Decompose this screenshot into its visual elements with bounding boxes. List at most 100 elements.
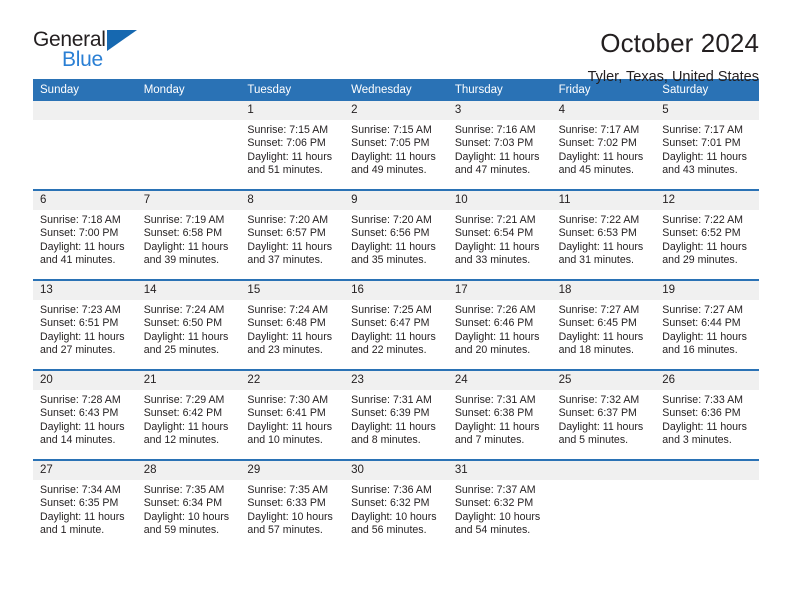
day-number: 26	[655, 371, 759, 390]
day-details: Sunrise: 7:24 AM Sunset: 6:50 PM Dayligh…	[137, 300, 241, 358]
day-cell[interactable]: 17 Sunrise: 7:26 AM Sunset: 6:46 PM Dayl…	[447, 281, 552, 369]
day-cell[interactable]	[136, 101, 241, 189]
sunset-text: Sunset: 7:00 PM	[40, 227, 119, 240]
sunrise-text: Sunrise: 7:29 AM	[143, 394, 225, 406]
day-details: Sunrise: 7:35 AM Sunset: 6:33 PM Dayligh…	[240, 480, 344, 538]
day-cell[interactable]: 28 Sunrise: 7:35 AM Sunset: 6:34 PM Dayl…	[136, 461, 241, 549]
sunset-text: Sunset: 6:46 PM	[454, 317, 534, 330]
daylight-text: Daylight: 11 hours and 8 minutes.	[351, 420, 436, 447]
day-cell[interactable]: 6 Sunrise: 7:18 AM Sunset: 7:00 PM Dayli…	[33, 191, 137, 279]
day-cell[interactable]: 7 Sunrise: 7:19 AM Sunset: 6:58 PM Dayli…	[136, 191, 241, 279]
day-cell[interactable]: 22 Sunrise: 7:30 AM Sunset: 6:41 PM Dayl…	[240, 371, 345, 459]
day-cell[interactable]: 15 Sunrise: 7:24 AM Sunset: 6:48 PM Dayl…	[240, 281, 345, 369]
sunrise-text: Sunrise: 7:31 AM	[351, 394, 432, 406]
day-cell[interactable]: 11 Sunrise: 7:22 AM Sunset: 6:53 PM Dayl…	[551, 191, 656, 279]
sunset-text: Sunset: 7:06 PM	[247, 137, 326, 150]
sunset-text: Sunset: 6:53 PM	[558, 227, 637, 240]
day-number: 2	[344, 101, 448, 120]
day-cell[interactable]: 26 Sunrise: 7:33 AM Sunset: 6:36 PM Dayl…	[655, 371, 759, 459]
daylight-text: Daylight: 11 hours and 35 minutes.	[351, 240, 436, 267]
day-number	[33, 101, 137, 120]
weekday-header-thursday: Thursday	[454, 84, 503, 96]
day-cell[interactable]: 10 Sunrise: 7:21 AM Sunset: 6:54 PM Dayl…	[447, 191, 552, 279]
day-number: 22	[240, 371, 345, 390]
day-details: Sunrise: 7:29 AM Sunset: 6:42 PM Dayligh…	[137, 390, 241, 448]
daylight-text: Daylight: 10 hours and 59 minutes.	[143, 510, 230, 537]
day-cell[interactable]: 2 Sunrise: 7:15 AM Sunset: 7:05 PM Dayli…	[344, 101, 448, 189]
day-cell[interactable]: 18 Sunrise: 7:27 AM Sunset: 6:45 PM Dayl…	[551, 281, 656, 369]
sunset-text: Sunset: 7:03 PM	[454, 137, 534, 150]
day-details: Sunrise: 7:23 AM Sunset: 6:51 PM Dayligh…	[33, 300, 137, 358]
daylight-text: Daylight: 11 hours and 16 minutes.	[662, 330, 747, 357]
sunrise-text: Sunrise: 7:26 AM	[454, 304, 536, 316]
day-cell[interactable]: 25 Sunrise: 7:32 AM Sunset: 6:37 PM Dayl…	[551, 371, 656, 459]
day-cell[interactable]: 9 Sunrise: 7:20 AM Sunset: 6:56 PM Dayli…	[344, 191, 448, 279]
day-cell[interactable]: 23 Sunrise: 7:31 AM Sunset: 6:39 PM Dayl…	[344, 371, 448, 459]
day-cell[interactable]: 13 Sunrise: 7:23 AM Sunset: 6:51 PM Dayl…	[33, 281, 137, 369]
day-cell[interactable]: 1 Sunrise: 7:15 AM Sunset: 7:06 PM Dayli…	[240, 101, 345, 189]
daylight-text: Daylight: 11 hours and 43 minutes.	[662, 150, 747, 177]
day-cell[interactable]: 31 Sunrise: 7:37 AM Sunset: 6:32 PM Dayl…	[447, 461, 552, 549]
day-details: Sunrise: 7:31 AM Sunset: 6:38 PM Dayligh…	[448, 390, 552, 448]
day-cell[interactable]: 29 Sunrise: 7:35 AM Sunset: 6:33 PM Dayl…	[240, 461, 345, 549]
daylight-text: Daylight: 11 hours and 1 minute.	[40, 510, 125, 537]
day-cell[interactable]: 30 Sunrise: 7:36 AM Sunset: 6:32 PM Dayl…	[344, 461, 448, 549]
week-row: 1 Sunrise: 7:15 AM Sunset: 7:06 PM Dayli…	[33, 101, 759, 189]
week-row: 27 Sunrise: 7:34 AM Sunset: 6:35 PM Dayl…	[33, 459, 759, 549]
day-cell[interactable]	[551, 461, 656, 549]
sunset-text: Sunset: 6:39 PM	[351, 407, 430, 420]
sunset-text: Sunset: 6:32 PM	[351, 497, 430, 510]
day-details: Sunrise: 7:20 AM Sunset: 6:56 PM Dayligh…	[344, 210, 448, 268]
day-cell[interactable]: 20 Sunrise: 7:28 AM Sunset: 6:43 PM Dayl…	[33, 371, 137, 459]
day-details: Sunrise: 7:35 AM Sunset: 6:34 PM Dayligh…	[137, 480, 241, 538]
daylight-text: Daylight: 11 hours and 31 minutes.	[558, 240, 644, 267]
day-cell[interactable]: 27 Sunrise: 7:34 AM Sunset: 6:35 PM Dayl…	[33, 461, 137, 549]
sunset-text: Sunset: 6:54 PM	[454, 227, 534, 240]
sunset-text: Sunset: 6:44 PM	[662, 317, 741, 330]
day-cell[interactable]: 8 Sunrise: 7:20 AM Sunset: 6:57 PM Dayli…	[240, 191, 345, 279]
sunrise-text: Sunrise: 7:21 AM	[454, 214, 536, 226]
day-cell[interactable]: 5 Sunrise: 7:17 AM Sunset: 7:01 PM Dayli…	[655, 101, 759, 189]
day-cell[interactable]	[33, 101, 137, 189]
sunrise-text: Sunrise: 7:37 AM	[454, 484, 536, 496]
day-details: Sunrise: 7:36 AM Sunset: 6:32 PM Dayligh…	[344, 480, 448, 538]
day-number	[551, 461, 656, 480]
sunrise-text: Sunrise: 7:30 AM	[247, 394, 329, 406]
day-cell[interactable]: 24 Sunrise: 7:31 AM Sunset: 6:38 PM Dayl…	[447, 371, 552, 459]
day-cell[interactable]: 16 Sunrise: 7:25 AM Sunset: 6:47 PM Dayl…	[344, 281, 448, 369]
sunset-text: Sunset: 6:34 PM	[143, 497, 223, 510]
day-number: 23	[344, 371, 448, 390]
day-number: 29	[240, 461, 345, 480]
sunrise-text: Sunrise: 7:17 AM	[662, 124, 743, 136]
day-number: 13	[33, 281, 137, 300]
day-cell[interactable]: 3 Sunrise: 7:16 AM Sunset: 7:03 PM Dayli…	[447, 101, 552, 189]
day-number: 6	[33, 191, 137, 210]
day-number: 14	[136, 281, 241, 300]
day-cell[interactable]: 19 Sunrise: 7:27 AM Sunset: 6:44 PM Dayl…	[655, 281, 759, 369]
day-number: 20	[33, 371, 137, 390]
weekday-header-tuesday: Tuesday	[247, 84, 292, 96]
sunset-text: Sunset: 6:51 PM	[40, 317, 119, 330]
day-cell[interactable]: 12 Sunrise: 7:22 AM Sunset: 6:52 PM Dayl…	[655, 191, 759, 279]
day-number: 7	[136, 191, 241, 210]
day-details: Sunrise: 7:19 AM Sunset: 6:58 PM Dayligh…	[137, 210, 241, 268]
day-number: 12	[655, 191, 759, 210]
daylight-text: Daylight: 11 hours and 20 minutes.	[454, 330, 540, 357]
day-number: 10	[447, 191, 552, 210]
daylight-text: Daylight: 10 hours and 57 minutes.	[247, 510, 333, 537]
day-details: Sunrise: 7:16 AM Sunset: 7:03 PM Dayligh…	[448, 120, 552, 178]
sunrise-text: Sunrise: 7:15 AM	[247, 124, 329, 136]
day-cell[interactable]	[655, 461, 759, 549]
day-details: Sunrise: 7:18 AM Sunset: 7:00 PM Dayligh…	[33, 210, 137, 268]
weekday-header-row: Sunday Monday Tuesday Wednesday Thursday…	[33, 79, 759, 101]
sunset-text: Sunset: 6:45 PM	[558, 317, 637, 330]
day-cell[interactable]: 4 Sunrise: 7:17 AM Sunset: 7:02 PM Dayli…	[551, 101, 656, 189]
day-cell[interactable]: 14 Sunrise: 7:24 AM Sunset: 6:50 PM Dayl…	[136, 281, 241, 369]
day-details: Sunrise: 7:22 AM Sunset: 6:53 PM Dayligh…	[552, 210, 656, 268]
sunrise-text: Sunrise: 7:34 AM	[40, 484, 121, 496]
sunset-text: Sunset: 6:33 PM	[247, 497, 326, 510]
weekday-header-friday: Friday	[558, 84, 591, 96]
week-row: 6 Sunrise: 7:18 AM Sunset: 7:00 PM Dayli…	[33, 189, 759, 279]
sunrise-text: Sunrise: 7:25 AM	[351, 304, 432, 316]
day-cell[interactable]: 21 Sunrise: 7:29 AM Sunset: 6:42 PM Dayl…	[136, 371, 241, 459]
